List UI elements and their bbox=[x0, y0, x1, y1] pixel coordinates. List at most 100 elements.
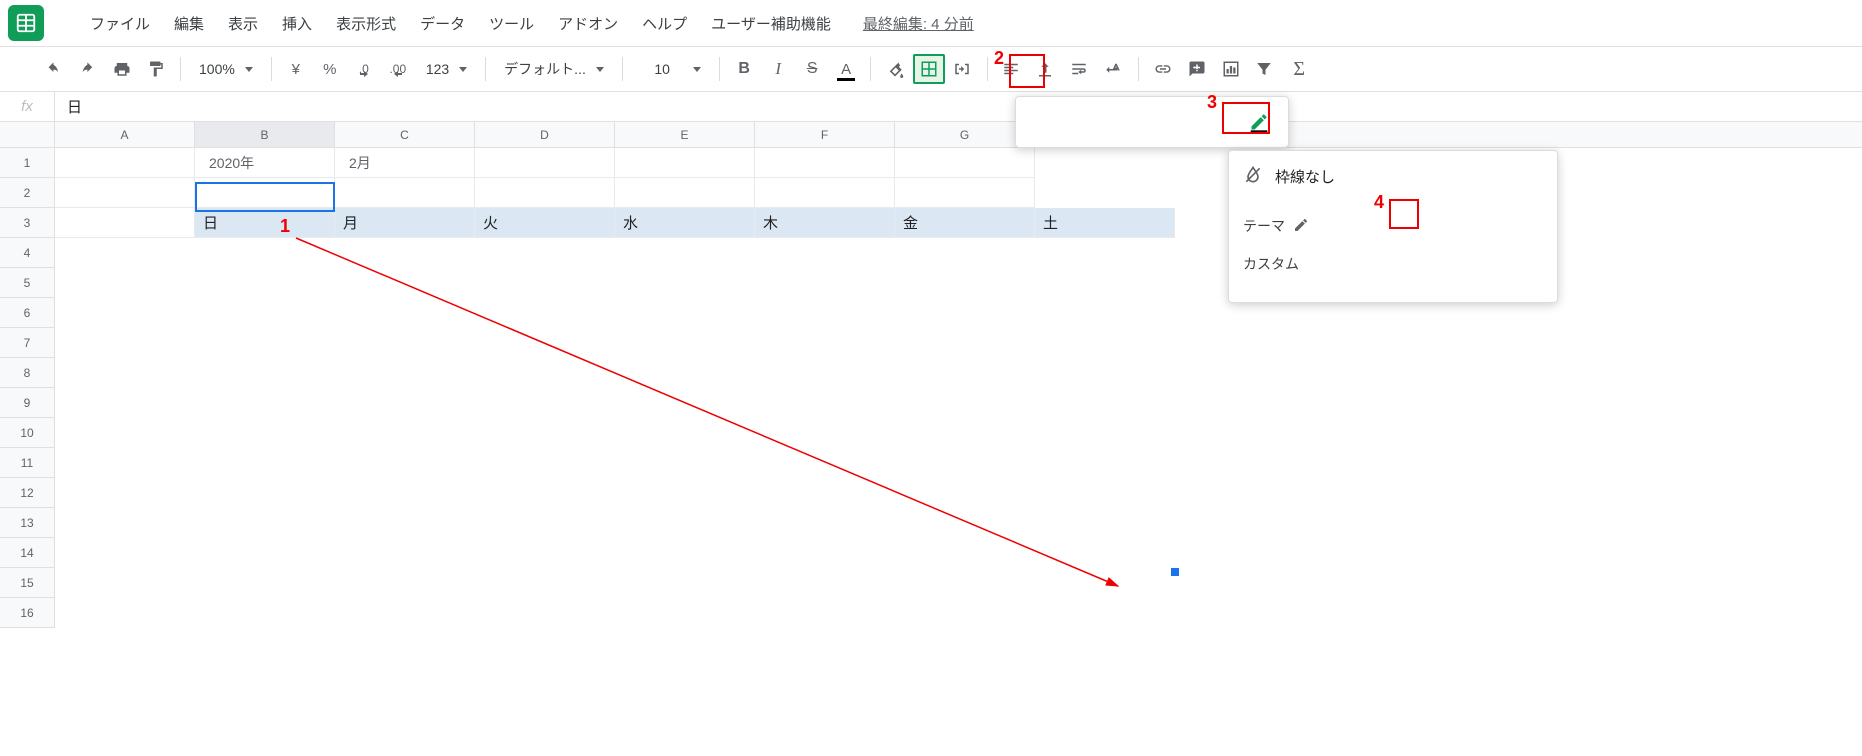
edit-theme-icon[interactable] bbox=[1293, 217, 1309, 236]
cell[interactable] bbox=[55, 178, 195, 208]
cell[interactable]: 木 bbox=[755, 208, 895, 238]
row-header[interactable]: 15 bbox=[0, 568, 55, 598]
paint-format-button[interactable] bbox=[140, 54, 172, 84]
borders-button[interactable] bbox=[913, 54, 945, 84]
row-header[interactable]: 1 bbox=[0, 148, 55, 178]
cell[interactable] bbox=[335, 178, 475, 208]
redo-button[interactable] bbox=[72, 54, 104, 84]
number-format-dropdown[interactable]: 123 bbox=[416, 54, 477, 84]
range-handle[interactable] bbox=[1171, 568, 1179, 576]
row-header[interactable]: 5 bbox=[0, 268, 55, 298]
cell[interactable] bbox=[615, 178, 755, 208]
row-header[interactable]: 10 bbox=[0, 418, 55, 448]
row-header[interactable]: 11 bbox=[0, 448, 55, 478]
percent-button[interactable]: % bbox=[314, 54, 346, 84]
year-value[interactable]: 2020年 bbox=[209, 153, 254, 173]
menu-format[interactable]: 表示形式 bbox=[326, 7, 406, 40]
annotation-4-box bbox=[1389, 199, 1419, 229]
toolbar: 100% ¥ % .0 .00 123 デフォルト... 10 B I S A … bbox=[0, 47, 1862, 91]
font-dropdown[interactable]: デフォルト... bbox=[494, 54, 614, 84]
row-header[interactable]: 3 bbox=[0, 208, 55, 238]
menu-view[interactable]: 表示 bbox=[218, 7, 268, 40]
col-header[interactable]: D bbox=[475, 122, 615, 147]
cell[interactable] bbox=[755, 148, 895, 178]
row-header[interactable]: 13 bbox=[0, 508, 55, 538]
cell[interactable]: 2月 bbox=[335, 148, 475, 178]
currency-button[interactable]: ¥ bbox=[280, 54, 312, 84]
cell[interactable]: 日 bbox=[195, 208, 335, 238]
menu-tools[interactable]: ツール bbox=[479, 7, 544, 40]
app-logo[interactable] bbox=[8, 5, 44, 41]
menu-edit[interactable]: 編集 bbox=[164, 7, 214, 40]
cell[interactable] bbox=[475, 148, 615, 178]
annotation-4: 4 bbox=[1374, 192, 1384, 213]
cell[interactable] bbox=[55, 148, 195, 178]
undo-button[interactable] bbox=[38, 54, 70, 84]
cell[interactable]: 月 bbox=[335, 208, 475, 238]
col-header[interactable]: F bbox=[755, 122, 895, 147]
col-header[interactable]: A bbox=[55, 122, 195, 147]
cell[interactable]: 金 bbox=[895, 208, 1035, 238]
chart-button[interactable] bbox=[1215, 54, 1247, 84]
cell[interactable] bbox=[615, 148, 755, 178]
text-color-button[interactable]: A bbox=[830, 54, 862, 84]
text-rotation-button[interactable] bbox=[1098, 54, 1130, 84]
cell[interactable] bbox=[895, 178, 1035, 208]
col-header[interactable]: C bbox=[335, 122, 475, 147]
no-fill-icon[interactable] bbox=[1243, 165, 1263, 188]
italic-button[interactable]: I bbox=[762, 54, 794, 84]
decrease-decimal-button[interactable]: .0 bbox=[348, 54, 380, 84]
formula-bar[interactable]: 日 bbox=[55, 96, 94, 117]
menu-insert[interactable]: 挿入 bbox=[272, 7, 322, 40]
filter-button[interactable] bbox=[1249, 54, 1281, 84]
cell[interactable]: 土 bbox=[1035, 208, 1175, 238]
row-header[interactable]: 7 bbox=[0, 328, 55, 358]
row-header[interactable]: 8 bbox=[0, 358, 55, 388]
increase-decimal-button[interactable]: .00 bbox=[382, 54, 414, 84]
print-button[interactable] bbox=[106, 54, 138, 84]
annotation-3-box bbox=[1222, 102, 1270, 134]
fx-label: fx bbox=[0, 92, 55, 121]
cell[interactable] bbox=[895, 148, 1035, 178]
row-header[interactable]: 14 bbox=[0, 538, 55, 568]
col-header[interactable]: G bbox=[895, 122, 1035, 147]
menu-data[interactable]: データ bbox=[410, 7, 475, 40]
col-header[interactable]: B bbox=[195, 122, 335, 147]
font-size-dropdown[interactable]: 10 bbox=[631, 54, 711, 84]
zoom-dropdown[interactable]: 100% bbox=[189, 54, 263, 84]
menu-accessibility[interactable]: ユーザー補助機能 bbox=[701, 7, 841, 40]
menu-file[interactable]: ファイル bbox=[80, 7, 160, 40]
merge-button[interactable] bbox=[947, 54, 979, 84]
custom-label: カスタム bbox=[1243, 254, 1299, 274]
row-header[interactable]: 4 bbox=[0, 238, 55, 268]
no-border-label[interactable]: 枠線なし bbox=[1275, 166, 1335, 187]
row-header[interactable]: 12 bbox=[0, 478, 55, 508]
select-all-corner[interactable] bbox=[0, 122, 55, 148]
cell[interactable]: 水 bbox=[615, 208, 755, 238]
cell[interactable] bbox=[475, 178, 615, 208]
cell[interactable] bbox=[55, 208, 195, 238]
cell[interactable] bbox=[755, 178, 895, 208]
link-button[interactable] bbox=[1147, 54, 1179, 84]
strikethrough-button[interactable]: S bbox=[796, 54, 828, 84]
cell[interactable]: 2020年 bbox=[195, 148, 335, 178]
fill-color-button[interactable] bbox=[879, 54, 911, 84]
cell[interactable]: 火 bbox=[475, 208, 615, 238]
theme-label: テーマ bbox=[1243, 216, 1285, 236]
last-edit-link[interactable]: 最終編集: 4 分前 bbox=[863, 13, 974, 34]
menu-help[interactable]: ヘルプ bbox=[632, 7, 697, 40]
functions-button[interactable]: Σ bbox=[1283, 54, 1315, 84]
annotation-3: 3 bbox=[1207, 92, 1217, 113]
row-header[interactable]: 9 bbox=[0, 388, 55, 418]
row-header[interactable]: 2 bbox=[0, 178, 55, 208]
col-header[interactable]: E bbox=[615, 122, 755, 147]
month-value[interactable]: 2月 bbox=[349, 153, 371, 173]
menu-addons[interactable]: アドオン bbox=[548, 7, 628, 40]
bold-button[interactable]: B bbox=[728, 54, 760, 84]
comment-button[interactable] bbox=[1181, 54, 1213, 84]
row-header[interactable]: 6 bbox=[0, 298, 55, 328]
row-header[interactable]: 16 bbox=[0, 598, 55, 628]
cell[interactable] bbox=[195, 178, 335, 208]
text-wrap-button[interactable] bbox=[1064, 54, 1096, 84]
annotation-2-box bbox=[1009, 54, 1045, 88]
